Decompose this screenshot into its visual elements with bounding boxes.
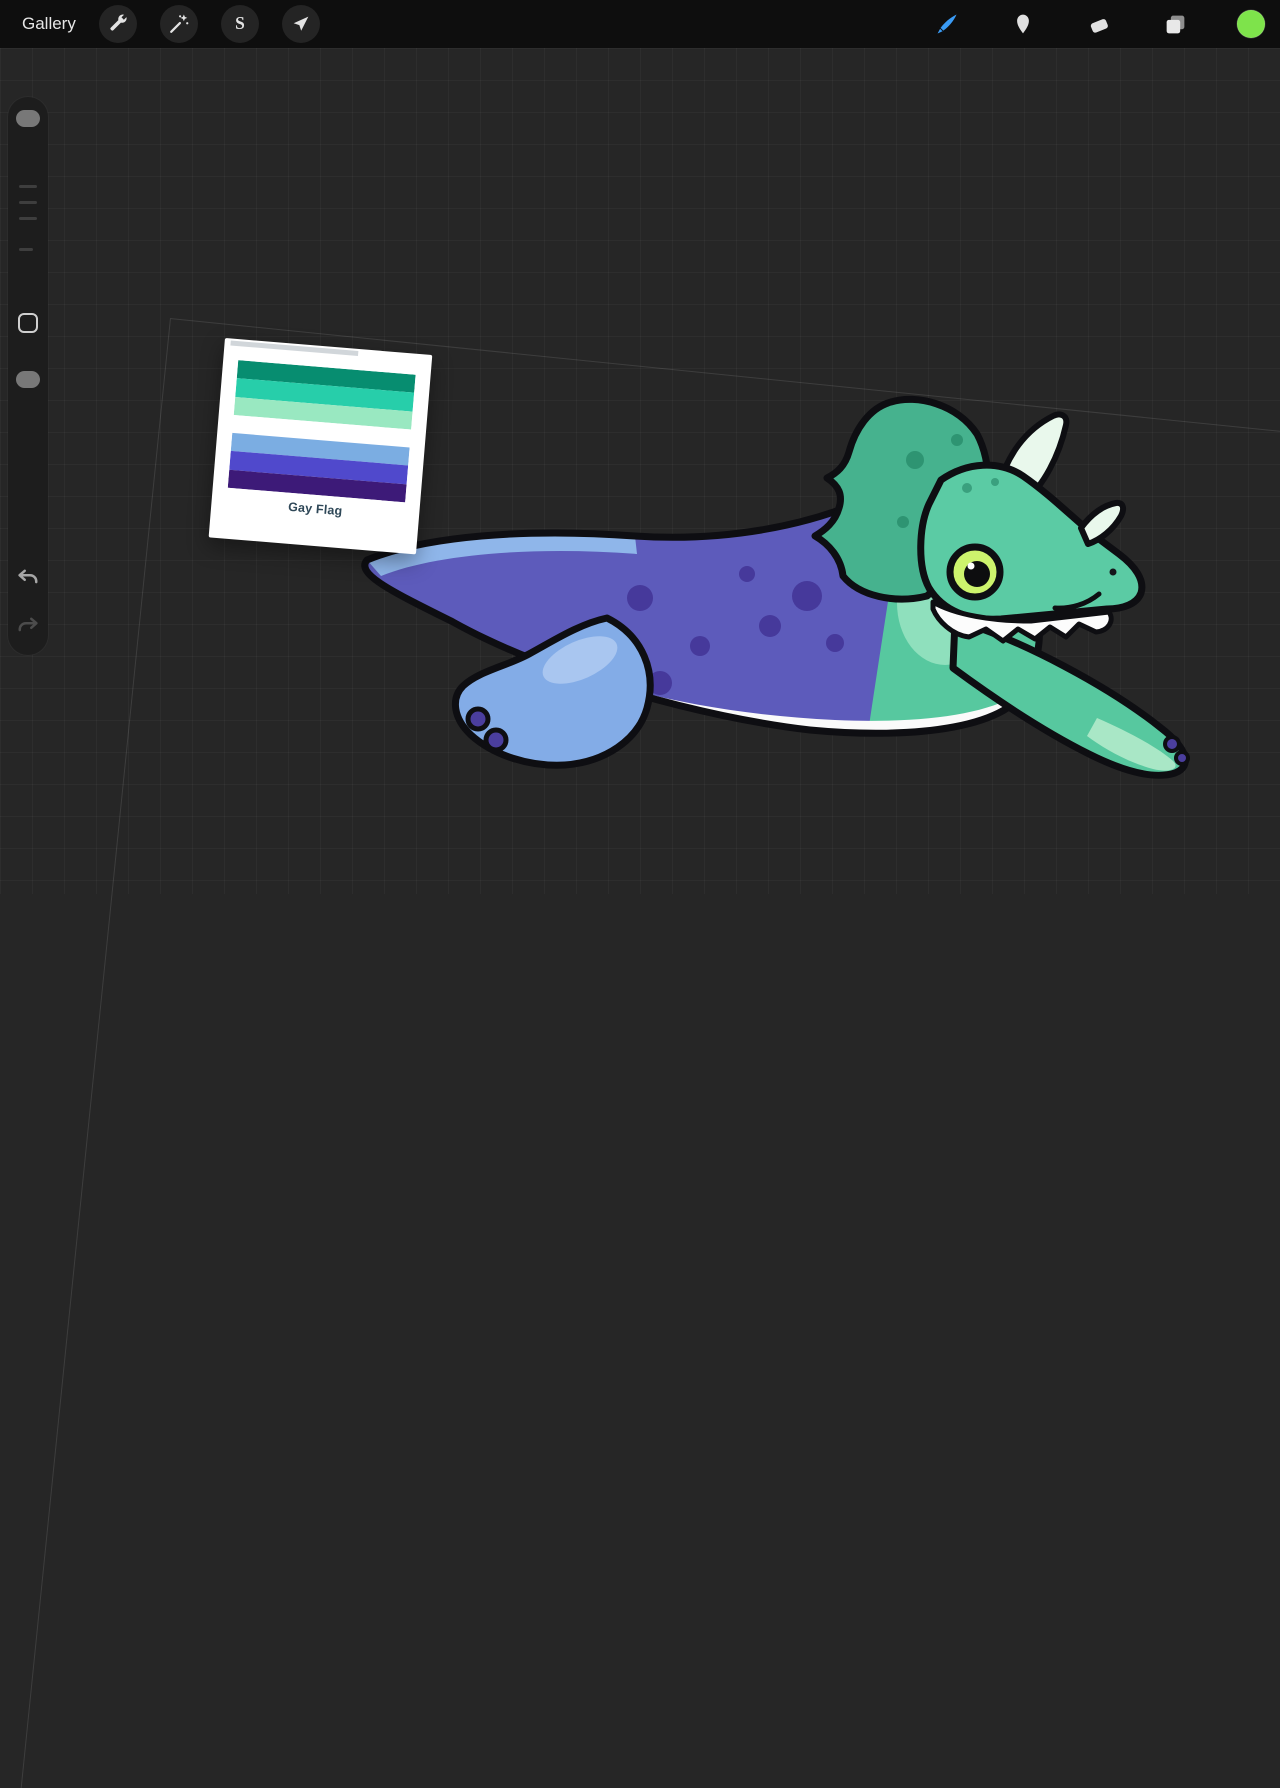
- selection-s-icon: S: [229, 13, 251, 35]
- slider-tick: [19, 217, 37, 220]
- opacity-slider[interactable]: [16, 371, 40, 388]
- undo-icon: [15, 567, 41, 593]
- paint-tools-group: [932, 9, 1280, 39]
- brush-size-slider[interactable]: [16, 110, 40, 127]
- eraser-icon: [1087, 12, 1112, 37]
- svg-text:S: S: [235, 13, 245, 33]
- dino-eye: [950, 547, 1000, 597]
- canvas-surface[interactable]: Gay Flag: [0, 48, 1280, 894]
- redo-button[interactable]: [15, 615, 41, 641]
- brush-tool-button[interactable]: [932, 9, 962, 39]
- modify-button[interactable]: [18, 313, 38, 333]
- dino-face: [921, 465, 1142, 619]
- magic-wand-icon: [168, 13, 190, 35]
- smudge-tool-button[interactable]: [1008, 9, 1038, 39]
- top-toolbar: Gallery S: [0, 0, 1280, 48]
- smudge-finger-icon: [1011, 12, 1035, 36]
- transform-button[interactable]: [282, 5, 320, 43]
- actions-button[interactable]: [99, 5, 137, 43]
- redo-icon: [15, 615, 41, 641]
- layers-button[interactable]: [1160, 9, 1190, 39]
- slider-tick: [19, 185, 37, 188]
- wrench-icon: [107, 13, 129, 35]
- dino-nostril: [1110, 569, 1117, 576]
- transform-arrow-icon: [290, 13, 312, 35]
- reference-image-card: Gay Flag: [209, 338, 433, 554]
- reference-image-crop-sliver: [230, 340, 358, 355]
- slider-tick: [19, 201, 37, 204]
- undo-button[interactable]: [15, 567, 41, 593]
- layers-icon: [1163, 12, 1188, 37]
- gay-flag-image: [228, 360, 416, 502]
- color-swatch: [1236, 9, 1266, 39]
- selection-button[interactable]: S: [221, 5, 259, 43]
- adjustments-button[interactable]: [160, 5, 198, 43]
- slider-tick: [19, 248, 33, 251]
- triceratops-artwork: [355, 388, 1195, 788]
- eraser-tool-button[interactable]: [1084, 9, 1114, 39]
- brush-icon: [934, 11, 960, 37]
- gallery-button[interactable]: Gallery: [22, 14, 76, 34]
- dino-nose-horn: [1081, 503, 1123, 544]
- color-button[interactable]: [1236, 9, 1266, 39]
- left-sidebar: [8, 97, 48, 655]
